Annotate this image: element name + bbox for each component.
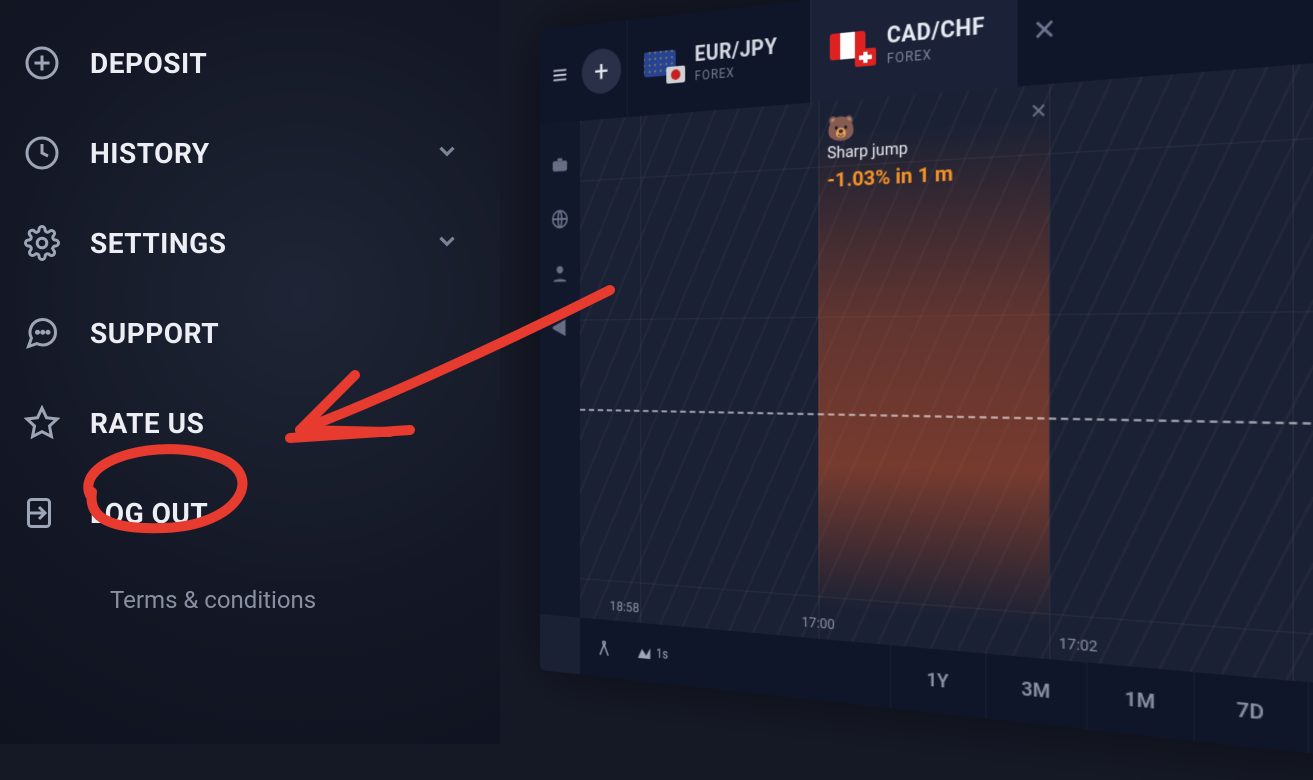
hamburger-button[interactable] [540, 26, 580, 124]
menu-label: DEPOSIT [90, 47, 207, 80]
menu-item-log-out[interactable]: LOG OUT [18, 468, 500, 558]
terms-link[interactable]: Terms & conditions [110, 586, 500, 614]
menu-item-rate-us[interactable]: RATE US [18, 378, 500, 468]
range-1y[interactable]: 1Y [890, 645, 985, 718]
clock-icon [22, 133, 62, 173]
instrument-tab-eurjpy[interactable]: EUR/JPY FOREX [627, 0, 811, 117]
compass-icon[interactable] [596, 638, 612, 658]
menu-label: HISTORY [90, 137, 210, 170]
menu-item-history[interactable]: HISTORY [18, 108, 500, 198]
gear-icon [22, 223, 62, 263]
x-axis-label: 17:02 [1059, 635, 1098, 656]
signal-overlay [819, 119, 1049, 625]
instrument-tab-cadchf[interactable]: CAD/CHF FOREX [810, 0, 1017, 103]
menu-label: SETTINGS [90, 227, 226, 260]
trading-panel: + EUR/JPY FOREX CAD/CHF FOREX [540, 0, 1313, 780]
briefcase-icon[interactable] [549, 152, 570, 178]
menu-item-settings[interactable]: SETTINGS [18, 198, 500, 288]
person-icon[interactable] [549, 261, 570, 286]
range-3m[interactable]: 3M [985, 654, 1086, 729]
plus-circle-icon [22, 43, 62, 83]
menu-item-support[interactable]: SUPPORT [18, 288, 500, 378]
globe-icon[interactable] [549, 206, 570, 231]
menu-item-deposit[interactable]: DEPOSIT [18, 18, 500, 108]
flag-pair-icon [644, 49, 681, 82]
menu-label: SUPPORT [90, 317, 219, 350]
range-1d[interactable]: 1D [1308, 682, 1313, 766]
megaphone-icon[interactable] [549, 316, 570, 340]
star-icon [22, 403, 62, 443]
menu-label: RATE US [90, 407, 204, 440]
side-menu: DEPOSIT HISTORY SETTINGS SUPPORT RATE US [0, 0, 500, 744]
logout-icon [22, 493, 62, 533]
x-axis-label: 18:58 [610, 599, 639, 617]
candle-interval: 1s [656, 646, 668, 662]
signal-card: 🐻 Sharp jump -1.03% in 1 m [827, 110, 953, 193]
close-tab-button[interactable] [1018, 0, 1072, 86]
trading-stage: + EUR/JPY FOREX CAD/CHF FOREX [540, 30, 1313, 750]
range-7d[interactable]: 7D [1193, 672, 1307, 753]
chevron-down-icon [434, 138, 460, 168]
chevron-down-icon [434, 228, 460, 258]
price-chart[interactable]: 🐻 Sharp jump -1.03% in 1 m 0.77502 0.775… [580, 44, 1313, 705]
candle-type-button[interactable]: 1s [636, 642, 668, 664]
add-tab-button[interactable]: + [582, 47, 621, 96]
flag-pair-icon [830, 30, 872, 65]
chat-icon [22, 313, 62, 353]
tool-rail [540, 121, 580, 618]
close-signal-button[interactable] [1029, 101, 1048, 126]
x-axis-label: 17:00 [802, 614, 835, 633]
range-1m[interactable]: 1M [1086, 663, 1193, 741]
menu-label: LOG OUT [90, 497, 208, 530]
